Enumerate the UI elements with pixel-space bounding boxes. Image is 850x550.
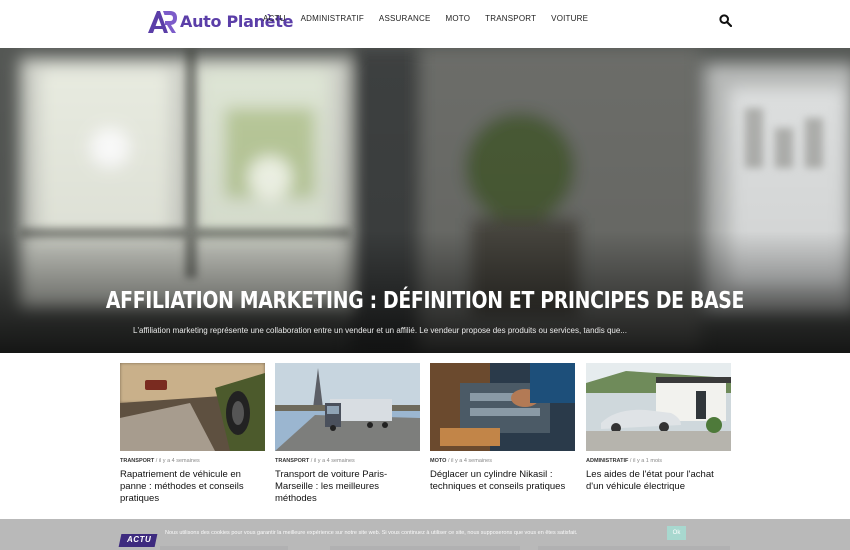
post-date: il y a 1 mois (632, 458, 663, 464)
post-meta: TRANSPORT / il y a 4 semaines (120, 458, 265, 464)
post-card[interactable]: TRANSPORT / il y a 4 semaines Rapatrieme… (120, 363, 265, 505)
post-title[interactable]: Transport de voiture Paris-Marseille : l… (275, 469, 420, 505)
post-meta: TRANSPORT / il y a 4 semaines (275, 458, 420, 464)
post-card[interactable]: ADMINISTRATIF / il y a 1 mois Les aides … (586, 363, 731, 493)
section-tag-label[interactable]: ACTU (127, 535, 151, 544)
post-thumbnail[interactable] (586, 363, 731, 451)
nav-item-voiture[interactable]: VOITURE (551, 14, 588, 23)
post-title[interactable]: Rapatriement de véhicule en panne : méth… (120, 469, 265, 505)
post-category[interactable]: ADMINISTRATIF (586, 458, 628, 464)
meta-separator: / (155, 458, 158, 464)
site-header: Auto Planète ACTU ADMINISTRATIF ASSURANC… (0, 0, 850, 48)
post-category[interactable]: MOTO (430, 458, 446, 464)
post-thumbnail[interactable] (275, 363, 420, 451)
post-thumbnail[interactable] (120, 363, 265, 451)
main-nav: ACTU ADMINISTRATIF ASSURANCE MOTO TRANSP… (263, 14, 603, 23)
post-meta: ADMINISTRATIF / il y a 1 mois (586, 458, 731, 464)
cookie-accept-button[interactable]: Ok (667, 526, 686, 540)
cookie-text: Nous utilisons des cookies pour vous gar… (165, 530, 578, 536)
nav-item-administratif[interactable]: ADMINISTRATIF (301, 14, 364, 23)
post-card[interactable]: TRANSPORT / il y a 4 semaines Transport … (275, 363, 420, 505)
post-cards: TRANSPORT / il y a 4 semaines Rapatrieme… (120, 363, 732, 513)
hero-excerpt: L'affiliation marketing représente une c… (133, 326, 627, 335)
post-date: il y a 4 semaines (313, 458, 355, 464)
hero-featured-post[interactable]: AFFILIATION MARKETING : DÉFINITION ET PR… (0, 48, 850, 353)
post-meta: MOTO / il y a 4 semaines (430, 458, 575, 464)
search-icon[interactable] (719, 14, 732, 27)
meta-separator: / (629, 458, 632, 464)
nav-item-moto[interactable]: MOTO (446, 14, 471, 23)
post-category[interactable]: TRANSPORT (120, 458, 154, 464)
post-thumbnail[interactable] (430, 363, 575, 451)
meta-separator: / (310, 458, 313, 464)
post-title[interactable]: Les aides de l'état pour l'achat d'un vé… (586, 469, 731, 493)
hero-title[interactable]: AFFILIATION MARKETING : DÉFINITION ET PR… (77, 288, 774, 314)
post-category[interactable]: TRANSPORT (275, 458, 309, 464)
post-card[interactable]: MOTO / il y a 4 semaines Déglacer un cyl… (430, 363, 575, 493)
post-date: il y a 4 semaines (451, 458, 492, 464)
post-date: il y a 4 semaines (158, 458, 200, 464)
post-title[interactable]: Déglacer un cylindre Nikasil : technique… (430, 469, 575, 493)
logo-mark-icon (148, 11, 177, 33)
nav-item-assurance[interactable]: ASSURANCE (379, 14, 431, 23)
meta-separator: / (447, 458, 450, 464)
nav-item-transport[interactable]: TRANSPORT (485, 14, 536, 23)
nav-item-actu[interactable]: ACTU (263, 14, 286, 23)
